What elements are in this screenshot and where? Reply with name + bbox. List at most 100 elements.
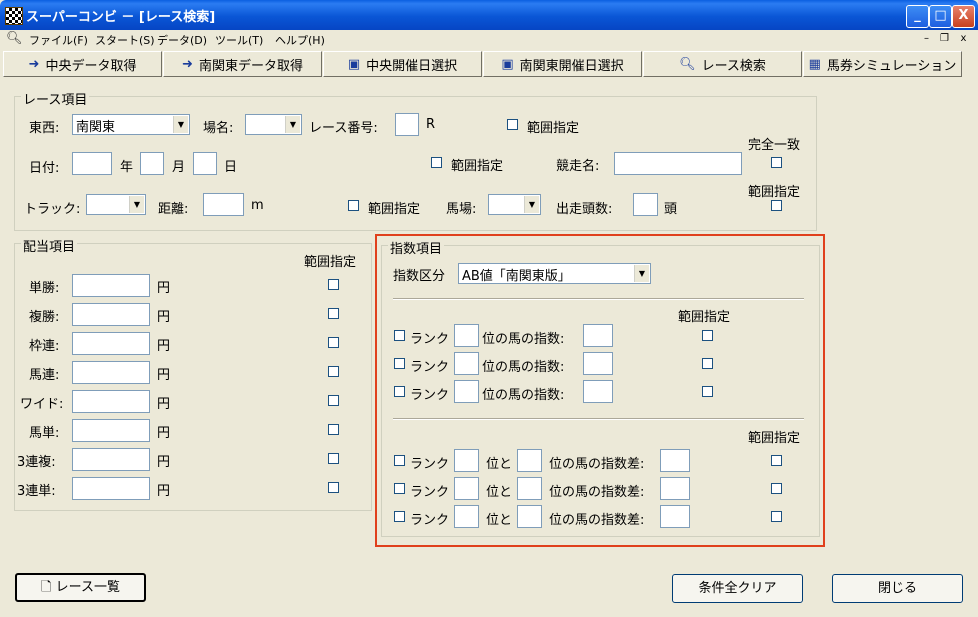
- rank-to-input[interactable]: [517, 505, 542, 528]
- index-rank-checkbox[interactable]: [394, 358, 405, 369]
- payout-amount-input[interactable]: [72, 332, 150, 355]
- maximize-button[interactable]: □: [929, 5, 952, 28]
- rank-to-input[interactable]: [517, 449, 542, 472]
- payout-range-checkbox[interactable]: [328, 337, 339, 348]
- close-dialog-button[interactable]: 閉じる: [832, 574, 963, 603]
- distance-range-checkbox[interactable]: [348, 200, 359, 211]
- payout-range-checkbox[interactable]: [328, 482, 339, 493]
- payout-row-label: 複勝:: [29, 310, 60, 325]
- clear-all-button[interactable]: 条件全クリア: [672, 574, 803, 603]
- chevron-down-icon: ▼: [634, 265, 649, 282]
- payout-amount-input[interactable]: [72, 477, 150, 500]
- payout-range-checkbox[interactable]: [328, 424, 339, 435]
- index-range-checkbox[interactable]: [702, 386, 713, 397]
- tozai-label: 東西:: [29, 121, 60, 136]
- rank-input[interactable]: [454, 380, 479, 403]
- month-unit: 月: [172, 160, 186, 175]
- toolbar-minamikanto-date-button[interactable]: ▣ 南関東開催日選択: [483, 51, 642, 77]
- mdi-restore-button[interactable]: ❐: [937, 32, 952, 46]
- rank-from-input[interactable]: [454, 449, 479, 472]
- index-rank-checkbox[interactable]: [394, 330, 405, 341]
- date-range-checkbox[interactable]: [431, 157, 442, 168]
- rank-label: ランク: [410, 457, 450, 472]
- index-diff-label: 位の馬の指数差:: [549, 485, 645, 500]
- rank-to-input[interactable]: [517, 477, 542, 500]
- index-diff-label: 位の馬の指数差:: [549, 457, 645, 472]
- toolbar-race-search-button[interactable]: 🔍︎ レース検索: [643, 51, 802, 77]
- index-diff-range-checkbox[interactable]: [771, 455, 782, 466]
- payout-amount-input[interactable]: [72, 390, 150, 413]
- year-unit: 年: [120, 160, 134, 175]
- race-no-range-label: 範囲指定: [527, 121, 580, 136]
- place-select[interactable]: ▼: [245, 114, 302, 135]
- index-value-input[interactable]: [583, 324, 613, 347]
- toolbar-minamikanto-data-button[interactable]: ➜ 南関東データ取得: [163, 51, 322, 77]
- menu-bar: 🔍︎ ファイル(F) スタート(S) データ(D) ツール(T) ヘルプ(H): [0, 30, 978, 49]
- index-range-checkbox[interactable]: [702, 330, 713, 341]
- distance-input[interactable]: [203, 193, 244, 216]
- index-diff-range-checkbox[interactable]: [771, 511, 782, 522]
- payout-amount-input[interactable]: [72, 448, 150, 471]
- payout-amount-input[interactable]: [72, 361, 150, 384]
- payout-range-checkbox[interactable]: [328, 366, 339, 377]
- day-input[interactable]: [193, 152, 217, 175]
- payout-row-label: 馬単:: [29, 426, 60, 441]
- payout-unit: 円: [157, 426, 171, 441]
- payout-amount-input[interactable]: [72, 274, 150, 297]
- minimize-button[interactable]: _: [906, 5, 929, 28]
- payout-range-checkbox[interactable]: [328, 395, 339, 406]
- index-diff-checkbox[interactable]: [394, 511, 405, 522]
- payout-range-checkbox[interactable]: [328, 279, 339, 290]
- race-list-button[interactable]: 🗋 レース一覧: [15, 573, 146, 602]
- mdi-close-button[interactable]: x: [956, 32, 971, 46]
- race-name-input[interactable]: [614, 152, 742, 175]
- index-diff-input[interactable]: [660, 505, 690, 528]
- payout-range-checkbox[interactable]: [328, 308, 339, 319]
- starters-range-checkbox[interactable]: [771, 200, 782, 211]
- rank-from-input[interactable]: [454, 505, 479, 528]
- starters-range-label: 範囲指定: [748, 185, 801, 200]
- starters-input[interactable]: [633, 193, 658, 216]
- index-diff-checkbox[interactable]: [394, 483, 405, 494]
- year-input[interactable]: [72, 152, 112, 175]
- payout-amount-input[interactable]: [72, 303, 150, 326]
- rank-input[interactable]: [454, 324, 479, 347]
- toolbar-central-date-button[interactable]: ▣ 中央開催日選択: [323, 51, 482, 77]
- condition-select[interactable]: ▼: [488, 194, 541, 215]
- track-select[interactable]: ▼: [86, 194, 146, 215]
- payout-amount-input[interactable]: [72, 419, 150, 442]
- rank-from-input[interactable]: [454, 477, 479, 500]
- close-button[interactable]: X: [952, 5, 975, 28]
- rank-label: ランク: [410, 360, 450, 375]
- index-diff-checkbox[interactable]: [394, 455, 405, 466]
- index-diff-input[interactable]: [660, 449, 690, 472]
- document-icon: 🗋: [41, 580, 52, 595]
- payout-range-checkbox[interactable]: [328, 453, 339, 464]
- index-value-input[interactable]: [583, 352, 613, 375]
- starters-label: 出走頭数:: [556, 202, 613, 217]
- index-value-input[interactable]: [583, 380, 613, 403]
- index-diff-range-checkbox[interactable]: [771, 483, 782, 494]
- menu-start[interactable]: スタート(S): [95, 32, 155, 48]
- app-icon: [5, 7, 23, 25]
- menu-help[interactable]: ヘルプ(H): [275, 32, 325, 48]
- index-range-checkbox[interactable]: [702, 358, 713, 369]
- menu-data[interactable]: データ(D): [157, 32, 207, 48]
- index-single-label: 位の馬の指数:: [482, 332, 565, 347]
- month-input[interactable]: [140, 152, 164, 175]
- menu-tools[interactable]: ツール(T): [215, 32, 263, 48]
- index-rank-checkbox[interactable]: [394, 386, 405, 397]
- race-no-range-checkbox[interactable]: [507, 119, 518, 130]
- search-icon: 🔍︎: [679, 56, 696, 72]
- exact-match-checkbox[interactable]: [771, 157, 782, 168]
- tozai-select[interactable]: 南関東 ▼: [72, 114, 190, 135]
- mdi-minimize-button[interactable]: –: [919, 32, 934, 46]
- race-no-input[interactable]: [395, 113, 419, 136]
- toolbar-central-data-button[interactable]: ➜ 中央データ取得: [3, 51, 162, 77]
- toolbar-betting-simulation-button[interactable]: ▦ 馬券シミュレーション: [803, 51, 962, 77]
- menu-file[interactable]: ファイル(F): [29, 32, 88, 48]
- rank-input[interactable]: [454, 352, 479, 375]
- index-diff-input[interactable]: [660, 477, 690, 500]
- calendar-icon: ▣: [501, 56, 514, 72]
- index-kubun-select[interactable]: AB値「南関東版」 ▼: [458, 263, 651, 284]
